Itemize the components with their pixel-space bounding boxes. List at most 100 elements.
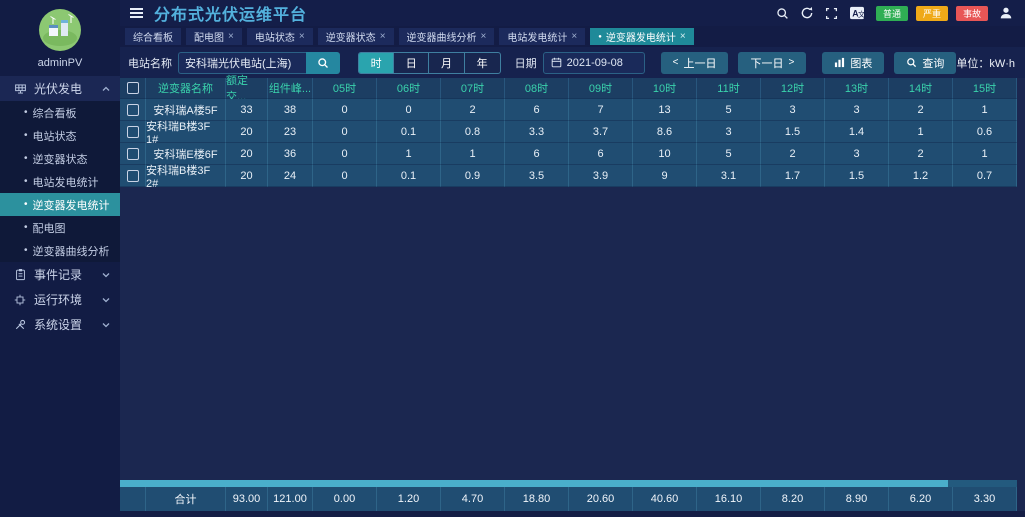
sidebar-menu: 光伏发电•综合看板•电站状态•逆变器状态•电站发电统计•逆变器发电统计•配电图•… — [0, 76, 120, 517]
table-header-cell: 09时 — [569, 78, 633, 99]
submenu-item-2[interactable]: •逆变器状态 — [0, 147, 120, 170]
tab-label: 综合看板 — [133, 29, 173, 44]
table-cell: 3.5 — [505, 165, 569, 187]
table-cell: 0.8 — [441, 121, 505, 143]
sidebar-item-3[interactable]: 系统设置 — [0, 312, 120, 337]
clipboard-icon — [13, 268, 27, 281]
totals-cell: 8.20 — [761, 487, 825, 511]
table-cell: 20 — [226, 121, 268, 143]
search-icon[interactable] — [776, 7, 789, 20]
date-picker[interactable]: 2021-09-08 — [543, 52, 645, 74]
tab-2[interactable]: 电站状态× — [247, 28, 313, 45]
table-header-row: 逆变器名称额定交...组件峰...05时06时07时08时09时10时11时12… — [120, 78, 1025, 99]
select-all-checkbox[interactable] — [127, 82, 139, 94]
close-icon[interactable]: × — [571, 31, 577, 42]
translate-icon[interactable]: A 文 — [849, 6, 865, 20]
user-icon[interactable] — [999, 6, 1013, 20]
prev-day-button[interactable]: < 上一日 — [661, 52, 729, 74]
scrollbar-thumb[interactable] — [120, 480, 948, 487]
sidebar-item-2[interactable]: 运行环境 — [0, 287, 120, 312]
alarm-badge-severe[interactable]: 严重 — [916, 6, 948, 21]
totals-cell: 8.90 — [825, 487, 889, 511]
period-button-3[interactable]: 年 — [465, 53, 500, 73]
table-cell: 33 — [226, 99, 268, 121]
inverter-name-cell: 安科瑞B楼3F 2# — [146, 165, 226, 187]
table-cell: 6 — [569, 143, 633, 165]
table-header-checkbox-cell — [120, 78, 146, 99]
submenu-item-5[interactable]: •配电图 — [0, 216, 120, 239]
table-row: 安科瑞A楼5F3338002671353321 — [120, 99, 1025, 121]
period-toggle-group: 时日月年 — [358, 52, 501, 74]
submenu-item-4[interactable]: •逆变器发电统计 — [0, 193, 120, 216]
table-cell: 3 — [825, 99, 889, 121]
close-icon[interactable]: × — [380, 31, 386, 42]
sidebar-item-1[interactable]: 事件记录 — [0, 262, 120, 287]
station-name-input[interactable] — [178, 52, 306, 74]
table-cell: 13 — [633, 99, 697, 121]
sidebar-item-0[interactable]: 光伏发电 — [0, 76, 120, 101]
period-button-0[interactable]: 时 — [359, 53, 394, 73]
alarm-badge-normal[interactable]: 普通 — [876, 6, 908, 21]
menu-toggle-icon[interactable] — [130, 6, 143, 20]
row-checkbox[interactable] — [127, 126, 139, 138]
table-cell: 1.7 — [761, 165, 825, 187]
username: adminPV — [0, 57, 120, 69]
table-cell: 0.1 — [377, 121, 441, 143]
topbar-actions: A 文 普通严重事故 — [776, 6, 1013, 21]
date-value: 2021-09-08 — [567, 57, 623, 69]
table-header-cell: 11时 — [697, 78, 761, 99]
alarm-badge-accident[interactable]: 事故 — [956, 6, 988, 21]
table-cell: 1 — [441, 143, 505, 165]
tab-1[interactable]: 配电图× — [186, 28, 242, 45]
period-button-2[interactable]: 月 — [429, 53, 464, 73]
horizontal-scrollbar[interactable] — [120, 480, 1017, 487]
refresh-icon[interactable] — [800, 6, 814, 20]
svg-text:文: 文 — [858, 9, 865, 19]
row-checkbox[interactable] — [127, 148, 139, 160]
table-header-cell: 05时 — [313, 78, 377, 99]
submenu-item-label: 电站状态 — [33, 128, 77, 144]
close-icon[interactable]: × — [299, 31, 305, 42]
station-search-button[interactable] — [306, 52, 340, 74]
table-cell: 0 — [313, 99, 377, 121]
inverter-name-cell: 安科瑞B楼3F 1# — [146, 121, 226, 143]
bullet-icon: • — [24, 176, 28, 187]
submenu-item-6[interactable]: •逆变器曲线分析 — [0, 239, 120, 262]
submenu-item-3[interactable]: • 电站发电统计 — [0, 170, 120, 193]
submenu-item-0[interactable]: •综合看板 — [0, 101, 120, 124]
unit-label: 单位：kW·h — [956, 55, 1025, 71]
query-button[interactable]: 查询 — [894, 52, 956, 74]
row-checkbox[interactable] — [127, 104, 139, 116]
tab-3[interactable]: 逆变器状态× — [318, 28, 394, 45]
close-icon[interactable]: × — [228, 31, 234, 42]
bottom-strip — [120, 511, 1025, 517]
fullscreen-icon[interactable] — [825, 7, 838, 20]
chevron-down-icon — [102, 271, 110, 279]
tab-label: 逆变器发电统计 — [606, 29, 676, 44]
close-icon[interactable]: × — [481, 31, 487, 42]
tab-0[interactable]: 综合看板 — [125, 28, 181, 45]
table-cell: 1 — [953, 99, 1017, 121]
tab-label: 电站发电统计 — [507, 29, 567, 44]
tab-6[interactable]: ● 逆变器发电统计 × — [590, 28, 693, 45]
table-cell: 0.9 — [441, 165, 505, 187]
sidebar-item-label: 光伏发电 — [34, 80, 82, 97]
row-checkbox[interactable] — [127, 170, 139, 182]
table-cell: 2 — [441, 99, 505, 121]
tab-5[interactable]: 电站发电统计 × — [499, 28, 585, 45]
close-icon[interactable]: × — [680, 31, 686, 42]
period-button-1[interactable]: 日 — [394, 53, 429, 73]
submenu-item-1[interactable]: •电站状态 — [0, 124, 120, 147]
totals-cell: 0.00 — [313, 487, 377, 511]
next-day-button[interactable]: 下一日 > — [738, 52, 806, 74]
totals-cell: 4.70 — [441, 487, 505, 511]
table-row: 安科瑞B楼3F 2#202400.10.93.53.993.11.71.51.2… — [120, 165, 1025, 187]
chart-view-button[interactable]: 图表 — [822, 52, 884, 74]
active-tab-dot-icon: ● — [598, 34, 602, 40]
submenu-item-label: 电站发电统计 — [33, 174, 99, 190]
table-cell: 23 — [268, 121, 313, 143]
totals-cell: 20.60 — [569, 487, 633, 511]
table-header-cell: 组件峰... — [268, 78, 313, 99]
table-cell: 38 — [268, 99, 313, 121]
tab-4[interactable]: 逆变器曲线分析× — [399, 28, 495, 45]
